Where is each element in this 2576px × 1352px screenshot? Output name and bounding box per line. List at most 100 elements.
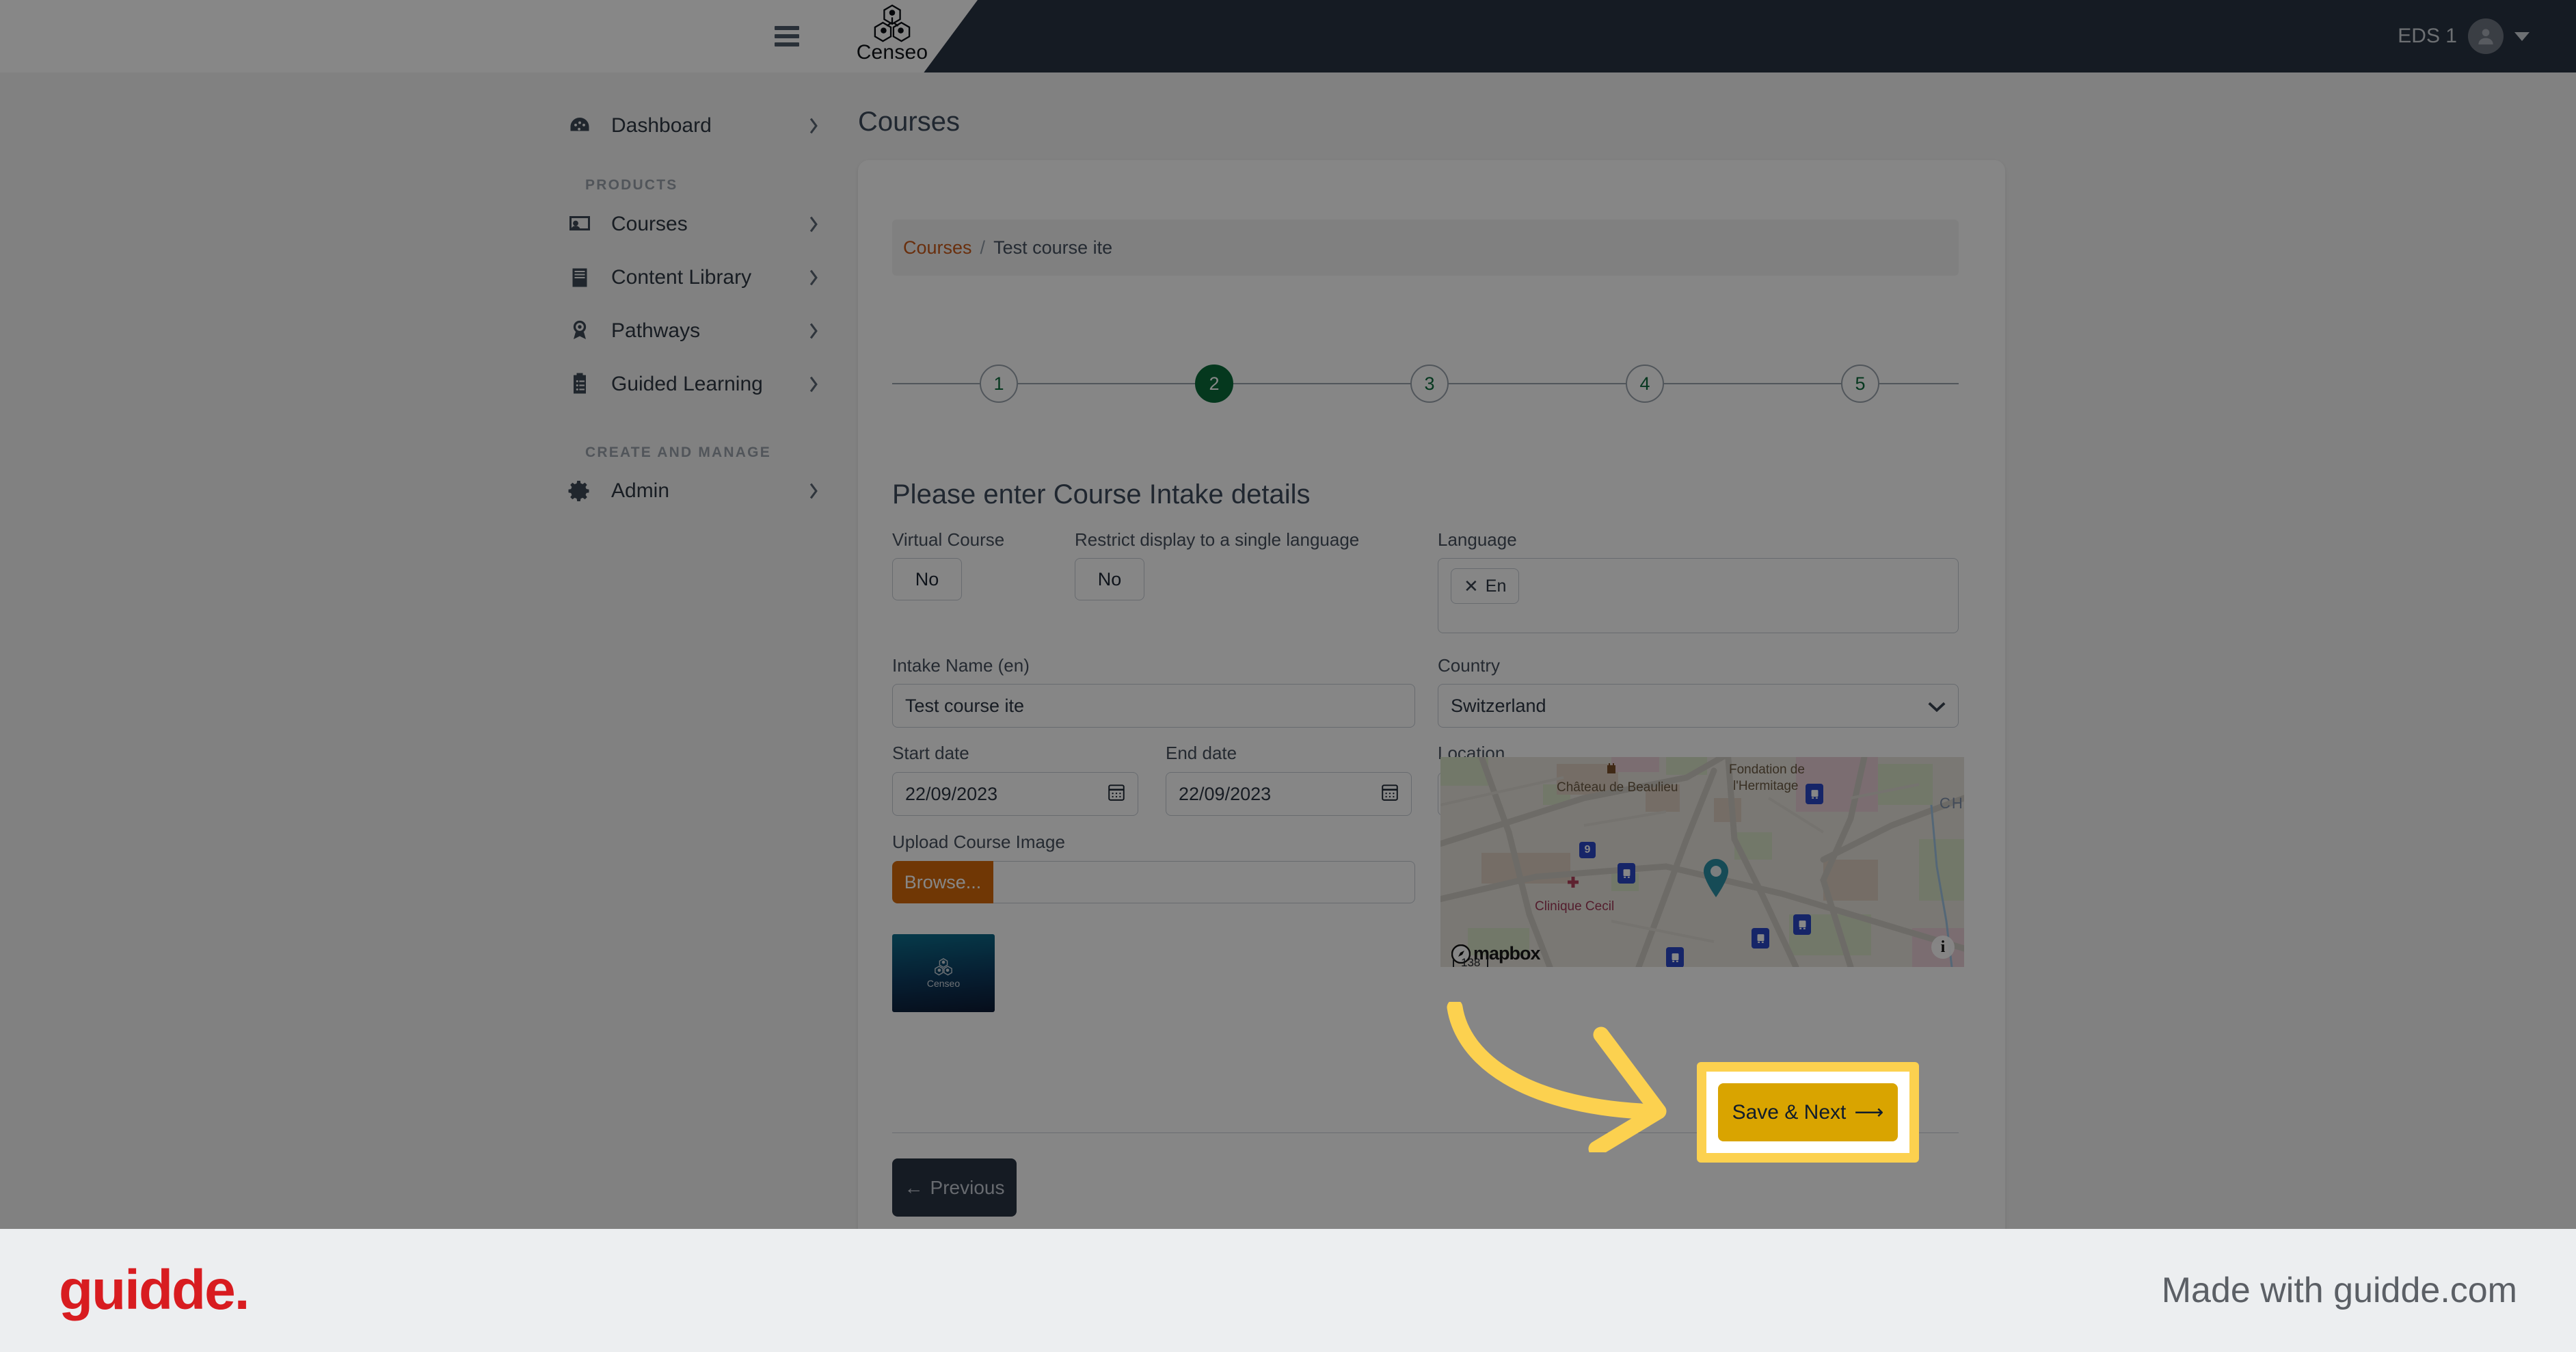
- sidebar-item-admin[interactable]: Admin: [566, 468, 819, 514]
- brand-label: Censeo: [856, 41, 928, 64]
- map-highway-number: 9: [1584, 844, 1591, 856]
- top-navigation-bar: Censeo EDS 1: [0, 0, 2576, 72]
- sidebar-item-courses[interactable]: Courses: [566, 201, 819, 248]
- calendar-icon[interactable]: [1108, 782, 1125, 806]
- map-label: CHA: [1940, 795, 1964, 812]
- language-chip-en[interactable]: ✕ En: [1451, 568, 1520, 604]
- arrow-left-icon: ←: [904, 1176, 924, 1198]
- censeo-logo[interactable]: Censeo: [851, 4, 933, 63]
- stepper-step-2[interactable]: 2: [1195, 364, 1233, 403]
- country-select[interactable]: Switzerland: [1438, 684, 1959, 728]
- sidebar-item-label: Content Library: [611, 266, 752, 289]
- previous-button[interactable]: ← Previous: [892, 1158, 1017, 1217]
- thumbnail-caption: Censeo: [926, 978, 961, 989]
- sidebar-item-content-library[interactable]: Content Library: [566, 254, 819, 301]
- sidebar-section-create-and-manage: CREATE AND MANAGE: [585, 445, 771, 460]
- chevron-right-icon: [808, 269, 819, 287]
- hospital-cross-icon: [1568, 877, 1579, 888]
- speedometer-icon: [566, 112, 593, 140]
- close-icon[interactable]: ✕: [1464, 576, 1479, 597]
- map-poi-icon: [1793, 914, 1811, 935]
- sidebar-item-guided-learning[interactable]: Guided Learning: [566, 361, 819, 408]
- calendar-icon[interactable]: [1381, 782, 1399, 806]
- restrict-language-toggle[interactable]: No: [1075, 558, 1144, 600]
- chevron-down-icon[interactable]: [1928, 695, 1946, 717]
- censeo-mark-icon: [935, 958, 952, 976]
- sidebar-item-label: Courses: [611, 213, 688, 235]
- sidebar-section-products: PRODUCTS: [585, 177, 678, 193]
- chevron-down-icon[interactable]: [2514, 31, 2530, 41]
- hamburger-icon[interactable]: [775, 26, 799, 47]
- map-poi-icon: [1806, 784, 1823, 804]
- chevron-right-icon: [808, 375, 819, 393]
- end-date-input[interactable]: 22/09/2023: [1166, 772, 1412, 816]
- guidde-highlight-box: Save & Next ⟶: [1697, 1062, 1919, 1163]
- info-icon[interactable]: i: [1931, 936, 1955, 959]
- country-value: Switzerland: [1451, 695, 1546, 716]
- language-label: Language: [1438, 529, 1517, 550]
- course-image-thumbnail[interactable]: Censeo: [892, 934, 995, 1012]
- stepper-step-5[interactable]: 5: [1841, 364, 1879, 403]
- screenshot-root: Censeo EDS 1 Dashboard PRODUCTS Courses …: [0, 0, 2576, 1352]
- guidde-highlight-inner: Save & Next ⟶: [1706, 1072, 1909, 1153]
- sidebar-item-label: Dashboard: [611, 114, 712, 137]
- guidde-logo: guidde.: [59, 1259, 250, 1321]
- save-and-next-button[interactable]: Save & Next ⟶: [1718, 1083, 1898, 1141]
- chevron-right-icon: [808, 215, 819, 233]
- wizard-stepper: 1 2 3 4 5: [892, 356, 1959, 411]
- file-upload-row: Browse...: [892, 861, 1415, 903]
- censeo-mark-icon: [874, 4, 911, 42]
- sidebar-item-label: Guided Learning: [611, 373, 763, 395]
- start-date-value: 22/09/2023: [905, 783, 998, 804]
- start-date-input[interactable]: 22/09/2023: [892, 772, 1138, 816]
- end-date-label: End date: [1166, 743, 1237, 763]
- map-label: Fondation de: [1729, 763, 1805, 777]
- upload-course-image-label: Upload Course Image: [892, 832, 1065, 852]
- virtual-course-toggle[interactable]: No: [892, 558, 962, 600]
- form-heading: Please enter Course Intake details: [892, 479, 1311, 509]
- end-date-value: 22/09/2023: [1179, 783, 1272, 804]
- castle-icon: [1607, 763, 1615, 773]
- main-content: Courses Courses / Test course ite 1 2 3 …: [851, 72, 2576, 1260]
- clipboard-list-icon: [566, 371, 593, 398]
- sidebar-item-label: Pathways: [611, 319, 701, 342]
- sidebar-item-pathways[interactable]: Pathways: [566, 308, 819, 354]
- map-label: Clinique Cecil: [1535, 899, 1615, 914]
- intake-name-input[interactable]: Test course ite: [892, 684, 1415, 728]
- sidebar-item-dashboard[interactable]: Dashboard: [566, 103, 819, 149]
- language-multiselect[interactable]: ✕ En: [1438, 558, 1959, 633]
- map-label: l'Hermitage: [1733, 779, 1799, 793]
- user-name-label: EDS 1: [2398, 25, 2457, 47]
- breadcrumb-separator: /: [980, 237, 986, 258]
- user-menu[interactable]: EDS 1: [2398, 0, 2530, 72]
- arrow-right-icon: ⟶: [1854, 1101, 1884, 1124]
- breadcrumb: Courses / Test course ite: [892, 220, 1959, 276]
- breadcrumb-link-courses[interactable]: Courses: [903, 237, 972, 259]
- virtual-course-label: Virtual Course: [892, 529, 1005, 550]
- previous-button-label: Previous: [930, 1176, 1005, 1198]
- country-label: Country: [1438, 655, 1501, 676]
- map-label: Château de Beaulieu: [1557, 780, 1678, 795]
- map-scale-bar: 138: [1453, 957, 1489, 967]
- map-poi-icon: [1618, 863, 1635, 884]
- stepper-step-4[interactable]: 4: [1626, 364, 1664, 403]
- map-highway-shield: 9: [1579, 842, 1596, 858]
- gear-icon: [566, 477, 593, 505]
- restrict-language-label: Restrict display to a single language: [1075, 529, 1360, 550]
- guidde-footer: guidde. Made with guidde.com: [0, 1229, 2576, 1352]
- chevron-right-icon: [808, 322, 819, 340]
- intake-name-label: Intake Name (en): [892, 655, 1030, 676]
- chevron-right-icon: [808, 482, 819, 500]
- sidebar-navigation: Dashboard PRODUCTS Courses Content Libra…: [0, 72, 851, 1229]
- browse-button[interactable]: Browse...: [892, 861, 993, 903]
- stepper-step-3[interactable]: 3: [1410, 364, 1449, 403]
- location-map[interactable]: 9 Château de Beaulieu Fondation de l'Her…: [1440, 757, 1964, 967]
- page-title: Courses: [858, 107, 960, 137]
- map-location-pin-icon: [1704, 859, 1728, 897]
- user-avatar-icon: [2468, 18, 2504, 54]
- save-and-next-label: Save & Next: [1732, 1100, 1847, 1124]
- stepper-step-1[interactable]: 1: [980, 364, 1018, 403]
- file-name-field[interactable]: [993, 861, 1415, 903]
- made-with-guidde-label: Made with guidde.com: [2161, 1271, 2517, 1310]
- award-icon: [566, 317, 593, 345]
